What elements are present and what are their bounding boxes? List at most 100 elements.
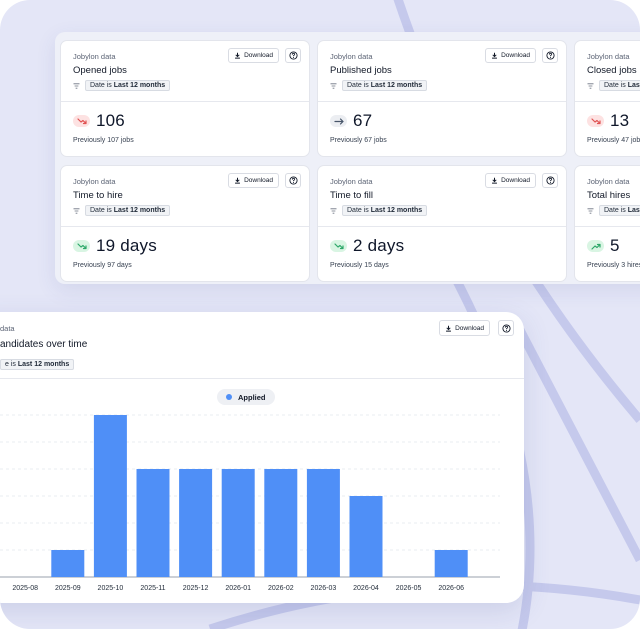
kpi-card: Jobylon data Closed jobs Date is Last 12… [574,40,640,157]
filter-operator: is [10,361,16,368]
date-filter-chip[interactable]: e is Last 12 months [0,359,75,370]
kpi-metric: 106 [73,111,125,131]
kpi-title: Time to hire [73,190,123,201]
help-button[interactable] [285,48,301,63]
candidates-bar-chart: 2025-072025-082025-092025-102025-112025-… [0,414,500,592]
dashboard-kpi-panel: Jobylon data Opened jobs Date is Last 12… [55,32,640,284]
bar-2025-11[interactable] [136,469,170,577]
trend-arrow-icon [76,242,87,249]
kpi-value: 5 [610,236,620,255]
kpi-value: 13 [610,111,630,130]
kpi-date-filter[interactable]: Date is Last 12 months [330,80,428,91]
filter-icon [330,82,337,89]
x-tick-label: 2025-11 [140,585,165,592]
date-filter-chip[interactable]: Date is Last 12 months [85,205,171,216]
help-icon [288,51,298,60]
trend-badge [73,240,90,252]
date-filter-chip[interactable]: Date is Last 12 months [342,80,428,91]
download-icon [235,52,241,59]
help-button[interactable] [542,173,558,188]
download-button[interactable]: Download [485,173,536,188]
trend-badge [587,240,604,252]
kpi-date-filter[interactable]: Date is Last 12 months [330,205,428,216]
kpi-date-filter[interactable]: Date is Last 12 months [587,205,640,216]
bar-2025-09[interactable] [51,550,85,577]
date-filter-chip[interactable]: Date is Last 12 months [342,205,428,216]
x-tick-label: 2026-05 [396,585,422,592]
kpi-source-label: Jobylon data [587,177,630,186]
filter-operator: is [620,207,626,214]
filter-label: e [5,361,9,368]
kpi-value: 2 days [353,236,405,255]
kpi-value: 67 [353,111,373,130]
bar-2026-02[interactable] [264,469,298,577]
x-tick-label: 2026-03 [311,585,337,592]
filter-label: Date [347,207,362,214]
chart-date-filter[interactable]: e is Last 12 months [0,353,75,371]
kpi-previous-value: Previously 47 jobs [587,137,640,144]
kpi-source-label: Jobylon data [587,52,630,61]
x-tick-label: 2025-09 [55,585,81,592]
help-button[interactable] [285,173,301,188]
date-filter-chip[interactable]: Date is Last 12 months [85,80,171,91]
kpi-date-filter[interactable]: Date is Last 12 months [587,80,640,91]
trend-arrow-icon [333,242,344,249]
kpi-metric: 2 days [330,236,404,256]
kpi-card: Jobylon data Time to hire Date is Last 1… [60,165,310,282]
chart-source-label: data [0,324,15,333]
x-tick-label: 2026-04 [353,585,379,592]
x-tick-label: 2026-02 [268,585,294,592]
download-button[interactable]: Download [228,48,279,63]
bar-2025-12[interactable] [179,469,213,577]
help-icon [545,51,555,60]
chart-title: andidates over time [0,339,88,350]
kpi-card-header: Jobylon data Total hires Date is Last 12… [575,166,640,227]
download-button[interactable]: Download [485,48,536,63]
kpi-card-header: Jobylon data Closed jobs Date is Last 12… [575,41,640,102]
chart-header-divider [0,378,524,379]
filter-label: Date [90,207,105,214]
kpi-metric: 19 days [73,236,157,256]
filter-value: Last 12 months [113,207,166,214]
chart-help-button[interactable] [498,320,514,336]
kpi-card: Jobylon data Total hires Date is Last 12… [574,165,640,282]
kpi-card: Jobylon data Opened jobs Date is Last 12… [60,40,310,157]
kpi-card: Jobylon data Time to fill Date is Last 1… [317,165,567,282]
bar-2025-10[interactable] [93,415,127,577]
filter-icon [73,82,80,89]
chart-legend[interactable]: Applied [217,389,275,405]
legend-swatch-applied [226,394,232,400]
help-icon [288,176,298,185]
chart-download-button[interactable]: Download [439,320,490,336]
trend-badge [330,115,347,127]
bar-2026-06[interactable] [434,550,468,577]
help-button[interactable] [542,48,558,63]
filter-label: Date [604,82,619,89]
kpi-source-label: Jobylon data [330,52,373,61]
kpi-source-label: Jobylon data [73,52,116,61]
help-icon [545,176,555,185]
bar-2026-04[interactable] [349,496,383,577]
date-filter-chip[interactable]: Date is Last 12 months [599,80,640,91]
download-button[interactable]: Download [228,173,279,188]
bar-2026-03[interactable] [306,469,340,577]
kpi-metric: 13 [587,111,629,131]
kpi-metric: 67 [330,111,372,131]
bar-2026-01[interactable] [221,469,255,577]
download-icon [492,177,498,184]
kpi-card: Jobylon data Published jobs Date is Last… [317,40,567,157]
trend-arrow-icon [333,117,344,125]
kpi-metric: 5 [587,236,620,256]
kpi-card-header: Jobylon data Opened jobs Date is Last 12… [61,41,309,102]
filter-operator: is [106,82,112,89]
kpi-previous-value: Previously 97 days [73,262,132,269]
kpi-date-filter[interactable]: Date is Last 12 months [73,205,171,216]
date-filter-chip[interactable]: Date is Last 12 months [599,205,640,216]
kpi-date-filter[interactable]: Date is Last 12 months [73,80,171,91]
filter-icon [73,207,80,214]
trend-badge [330,240,347,252]
kpi-previous-value: Previously 15 days [330,262,389,269]
kpi-title: Total hires [587,190,631,201]
filter-value: Last 12 months [627,82,640,89]
filter-operator: is [363,207,369,214]
